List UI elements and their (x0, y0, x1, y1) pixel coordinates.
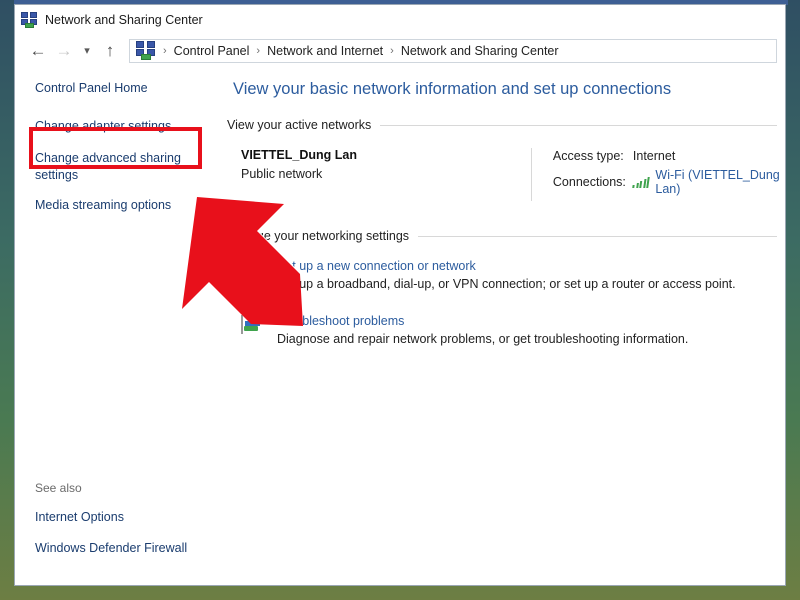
network-name: VIETTEL_Dung Lan (241, 148, 357, 162)
breadcrumb-network-and-sharing-center[interactable]: Network and Sharing Center (401, 44, 559, 58)
task-troubleshoot: Troubleshoot problems Diagnose and repai… (241, 314, 785, 346)
active-network-details: Access type: Internet Connections: Wi-Fi… (553, 148, 785, 201)
connections-label: Connections: (552, 175, 626, 189)
troubleshoot-icon (241, 315, 260, 334)
recent-locations-button[interactable]: ▾ (77, 38, 97, 64)
window-titlebar: Network and Sharing Center (15, 5, 785, 35)
window-title: Network and Sharing Center (45, 13, 203, 27)
sidebar-item-control-panel-home[interactable]: Control Panel Home (15, 80, 205, 97)
sidebar-item-internet-options[interactable]: Internet Options (15, 509, 205, 526)
access-type-row: Access type: Internet (553, 149, 785, 163)
up-button[interactable]: ↑ (97, 38, 123, 64)
window-body: Control Panel Home Change adapter settin… (15, 66, 785, 585)
networking-settings-header: Change your networking settings (227, 229, 785, 243)
sidebar-item-change-advanced-sharing-settings[interactable]: Change advanced sharing settings (15, 150, 205, 184)
sidebar: Control Panel Home Change adapter settin… (15, 66, 223, 585)
header-divider (380, 124, 777, 126)
access-type-label: Access type: (552, 149, 624, 163)
network-profile-type: Public network (241, 167, 323, 181)
breadcrumb-separator: › (390, 44, 394, 57)
sidebar-item-windows-defender-firewall[interactable]: Windows Defender Firewall (15, 540, 205, 557)
sidebar-item-media-streaming-options[interactable]: Media streaming options (15, 197, 205, 214)
breadcrumb-control-panel[interactable]: Control Panel (174, 44, 250, 58)
connections-row: Connections: Wi-Fi (VIETTEL_Dung Lan) (553, 168, 785, 196)
connections-value-link[interactable]: Wi-Fi (VIETTEL_Dung Lan) (655, 168, 785, 196)
new-connection-icon (241, 259, 277, 291)
navigation-toolbar: ← → ▾ ↑ › Control Panel › Network and In… (15, 35, 785, 66)
network-and-sharing-center-window: Network and Sharing Center ← → ▾ ↑ › Con… (14, 4, 786, 586)
troubleshoot-problems-description: Diagnose and repair network problems, or… (277, 332, 689, 346)
main-content: View your basic network information and … (223, 66, 785, 585)
troubleshoot-problems-link[interactable]: Troubleshoot problems (277, 314, 688, 328)
set-up-new-connection-description: Set up a broadband, dial-up, or VPN conn… (277, 277, 736, 291)
active-network-row: VIETTEL_Dung Lan Public network Access t… (241, 148, 785, 201)
breadcrumb-separator: › (256, 44, 261, 57)
address-bar[interactable]: › Control Panel › Network and Internet ›… (129, 38, 777, 63)
task-set-up-connection: Set up a new connection or network Set u… (241, 259, 785, 291)
active-networks-label: View your active networks (227, 118, 372, 132)
active-network-identity: VIETTEL_Dung Lan Public network (241, 148, 531, 201)
troubleshoot-icon-slot (241, 314, 277, 346)
access-type-value: Internet (632, 149, 676, 163)
breadcrumb-network-and-internet[interactable]: Network and Internet (267, 44, 383, 58)
see-also-section: See also Internet Options Windows Defend… (15, 481, 223, 571)
header-divider (418, 235, 777, 237)
sidebar-item-change-adapter-settings[interactable]: Change adapter settings (15, 118, 205, 135)
screenshot-root: Network and Sharing Center ← → ▾ ↑ › Con… (0, 0, 800, 600)
breadcrumb-separator: › (163, 44, 167, 57)
networking-settings-label: Change your networking settings (227, 229, 410, 243)
forward-button[interactable]: → (51, 38, 77, 64)
set-up-new-connection-link[interactable]: Set up a new connection or network (277, 259, 736, 273)
active-networks-header: View your active networks (227, 118, 785, 132)
address-bar-network-icon (136, 41, 156, 60)
see-also-heading: See also (35, 481, 82, 495)
vertical-divider (531, 148, 532, 201)
network-icon (21, 12, 38, 28)
wifi-signal-icon (632, 176, 651, 188)
page-title: View your basic network information and … (233, 80, 672, 98)
back-button[interactable]: ← (25, 38, 51, 64)
